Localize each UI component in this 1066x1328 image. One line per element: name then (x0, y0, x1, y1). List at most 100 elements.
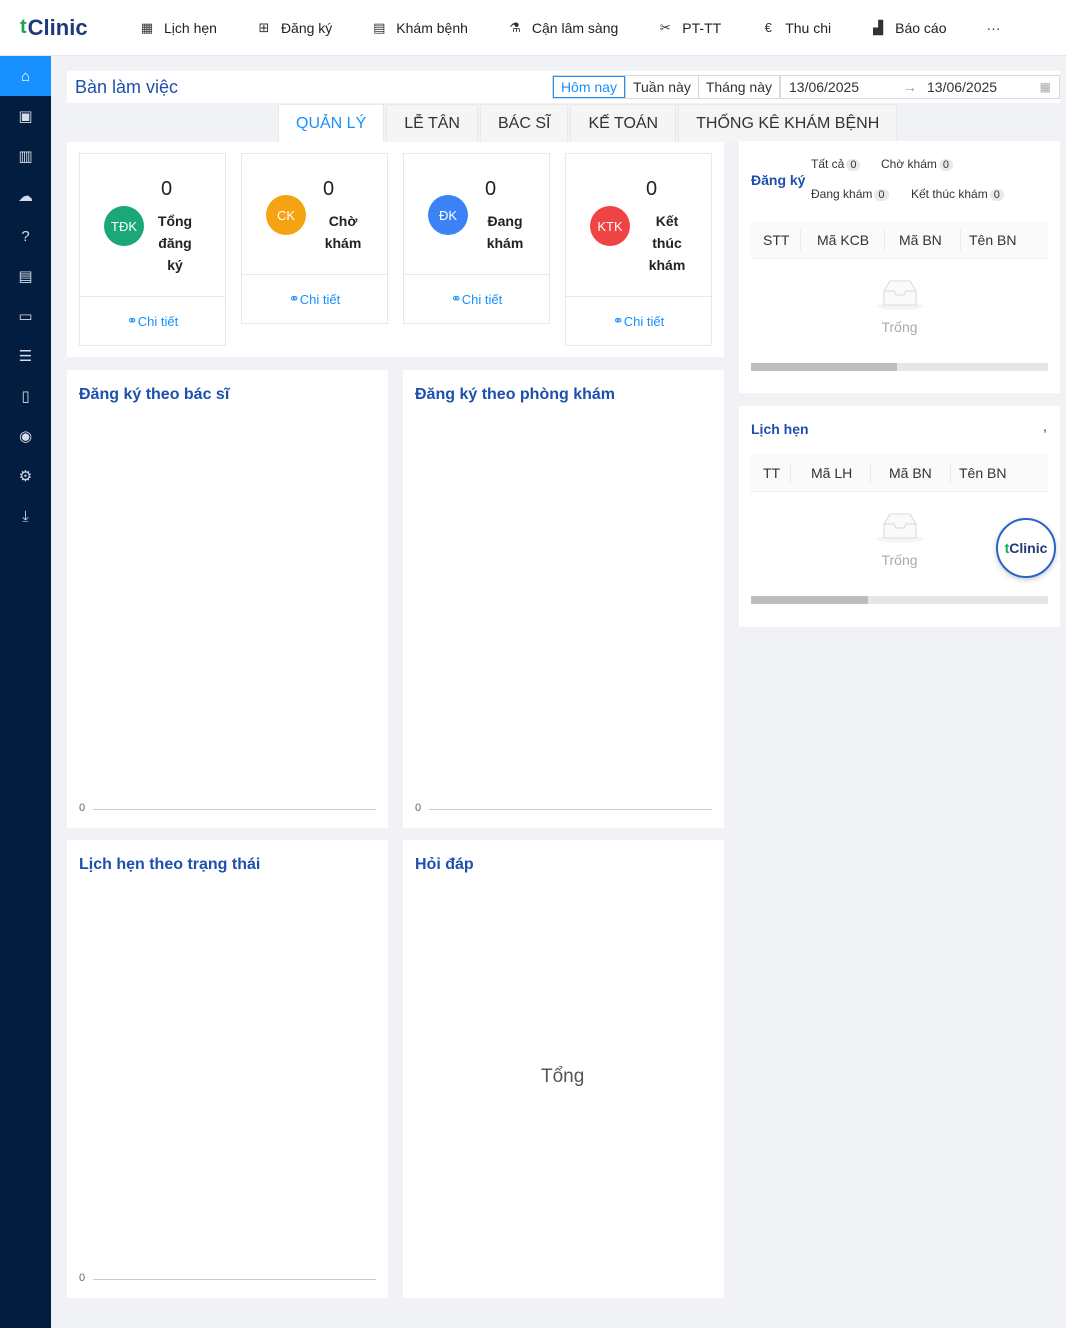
detail-link-text: Chi tiết (623, 313, 665, 329)
sidebar-file[interactable]: ▯ (0, 376, 51, 416)
sidebar-user[interactable]: ◉ (0, 416, 51, 456)
sidebar-shop[interactable]: ▥ (0, 136, 51, 176)
axis-zero-label: 0 (79, 802, 86, 814)
sidebar-home[interactable]: ⌂ (0, 56, 51, 96)
x-axis-line (429, 809, 712, 810)
nav-pt-tt[interactable]: ✂ PT-TT (638, 0, 741, 56)
stat-label-line: Chờ (328, 213, 358, 229)
calendar-icon: ▦ (140, 19, 154, 35)
period-today[interactable]: Hôm nay (552, 76, 625, 98)
floating-clinic-button[interactable]: t Clinic (996, 518, 1056, 578)
date-from[interactable]: 13/06/2025 (781, 79, 901, 95)
axis-zero-label: 0 (79, 1272, 86, 1284)
sidebar-id-card[interactable]: ▣ (0, 96, 51, 136)
stat-body: 0 ĐK Đang khám (404, 154, 549, 275)
scrollbar-thumb[interactable] (751, 596, 868, 604)
stat-count: 0 (485, 178, 497, 200)
stat-body: 0 CK Chờ khám (242, 154, 387, 275)
axis-zero-label: 0 (415, 802, 422, 814)
column-header: Tên BN (959, 464, 1007, 481)
sidebar-help[interactable]: ? (0, 216, 51, 256)
period-month[interactable]: Tháng này (697, 76, 779, 98)
scissors-icon: ✂ (659, 19, 671, 35)
nav-bao-cao[interactable]: ▟ Báo cáo (851, 0, 966, 56)
stat-label-line: khám (324, 235, 362, 251)
chart-title: Hỏi đáp (415, 856, 474, 873)
nav-label: Lịch hẹn (164, 19, 217, 36)
chart-title: Đăng ký theo bác sĩ (79, 386, 230, 403)
sidebar-money[interactable]: ▭ (0, 296, 51, 336)
filter-examining[interactable]: Đang khám 0 (811, 187, 889, 201)
tab-bac-si[interactable]: BÁC SĨ (479, 104, 569, 142)
appointments-title: Lịch hẹn (751, 421, 809, 437)
appointments-extra: , (1043, 418, 1047, 434)
nav-dang-ky[interactable]: ⊞ Đăng ký (237, 0, 352, 56)
chart-title: Lịch hẹn theo trạng thái (79, 856, 261, 873)
link-icon: ⚭ (450, 291, 462, 306)
stat-label-line: ký (167, 257, 183, 273)
flask-icon: ⚗ (509, 19, 521, 35)
date-to[interactable]: 13/06/2025 (919, 79, 1029, 95)
filter-count: 0 (989, 189, 1004, 201)
logo-text: Clinic (27, 14, 88, 40)
nav-kham-benh[interactable]: ▤ Khám bệnh (352, 0, 488, 56)
stat-label-line: khám (648, 257, 686, 273)
stat-count: 0 (161, 178, 173, 200)
stat-count: 0 (323, 178, 335, 200)
nav-can-lam-sang[interactable]: ⚗ Cận lâm sàng (488, 0, 638, 56)
home-icon: ⌂ (20, 67, 31, 85)
tab-le-tan[interactable]: LỄ TÂN (386, 104, 478, 142)
sidebar-profile[interactable]: ▤ (0, 256, 51, 296)
download-icon: ⤓ (22, 507, 29, 525)
filter-finished[interactable]: Kết thúc khám 0 (911, 187, 1004, 201)
calendar-icon[interactable]: ▦ (1040, 80, 1051, 94)
tab-quan-ly[interactable]: QUẢN LÝ (278, 104, 385, 142)
nav-more-button[interactable]: ··· (966, 20, 1020, 36)
appointments-panel: Lịch hẹn , TT Mã LH Mã BN Tên BN Trống (739, 406, 1060, 627)
money-icon: ▭ (18, 308, 33, 325)
stat-label-line: khám (486, 235, 524, 251)
id-card-icon: ▣ (18, 108, 33, 125)
scrollbar-thumb[interactable] (751, 363, 897, 371)
detail-link[interactable]: ⚭ Chi tiết (242, 275, 387, 323)
detail-link[interactable]: ⚭ Chi tiết (404, 275, 549, 323)
column-header: TT (751, 462, 791, 483)
stat-label-line: thúc (652, 235, 682, 251)
logo-mark: t (20, 16, 27, 38)
sidebar-settings[interactable]: ⚙ (0, 456, 51, 496)
filter-waiting[interactable]: Chờ khám 0 (881, 157, 954, 171)
filter-count: 0 (874, 189, 889, 201)
sidebar-download[interactable]: ⤓ (0, 496, 51, 536)
column-header: Mã BN (885, 229, 961, 250)
horizontal-scrollbar[interactable] (751, 596, 1048, 604)
stat-badge: TĐK (104, 206, 144, 246)
chart-by-room: Đăng ký theo phòng khám 0 (403, 370, 724, 828)
detail-link[interactable]: ⚭ Chi tiết (566, 297, 711, 345)
link-icon: ⚭ (612, 313, 624, 328)
stat-card-examining: 0 ĐK Đang khám ⚭ Chi tiết (403, 153, 550, 324)
page-title: Bàn làm việc (75, 76, 179, 97)
nav-lich-hen[interactable]: ▦ Lịch hẹn (120, 0, 237, 56)
filter-all[interactable]: Tất cả 0 (811, 157, 861, 171)
period-selector: Hôm nay Tuần này Tháng này (551, 75, 780, 99)
nav-label: Cận lâm sàng (531, 19, 619, 36)
logo-text: Clinic (1009, 540, 1048, 556)
shop-icon: ▥ (18, 148, 33, 165)
period-week[interactable]: Tuần này (624, 76, 698, 98)
detail-link-text: Chi tiết (137, 313, 179, 329)
detail-link[interactable]: ⚭ Chi tiết (80, 297, 225, 345)
tab-ke-toan[interactable]: KẾ TOÁN (570, 104, 677, 142)
stat-body: 0 TĐK Tổng đăng ký (80, 154, 225, 297)
stat-label: Tổng đăng ký (150, 210, 200, 276)
date-range-picker[interactable]: 13/06/2025 → 13/06/2025 ▦ (780, 75, 1060, 99)
nav-thu-chi[interactable]: € Thu chi (741, 0, 851, 56)
column-header: Mã BN (871, 462, 951, 483)
sidebar-list[interactable]: ☰ (0, 336, 51, 376)
app-logo[interactable]: t Clinic (0, 0, 120, 56)
sidebar-cloud-upload[interactable]: ☁ (0, 176, 51, 216)
horizontal-scrollbar[interactable] (751, 363, 1048, 371)
empty-text: Trống (881, 319, 918, 335)
tab-thong-ke[interactable]: THỐNG KÊ KHÁM BỆNH (678, 104, 898, 142)
plus-square-icon: ⊞ (258, 19, 270, 35)
filter-label: Chờ khám (881, 157, 937, 171)
